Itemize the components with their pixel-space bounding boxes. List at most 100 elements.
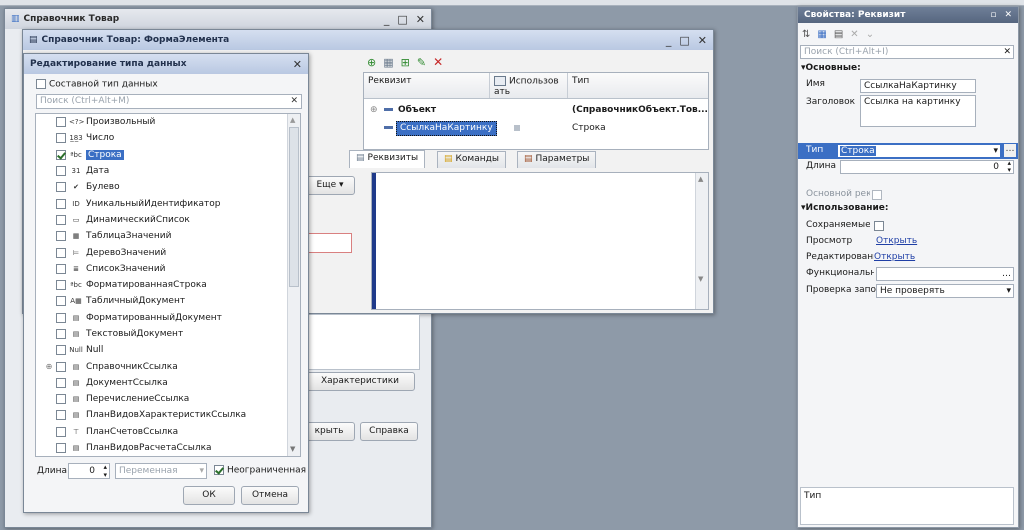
list-item[interactable]: ⊤ ПланСчетовСсылка (36, 424, 300, 440)
maximize-icon[interactable]: □ (679, 34, 689, 47)
sort-alpha-icon[interactable]: ⇅ (802, 29, 810, 40)
type-checkbox[interactable] (56, 214, 66, 225)
expand-icon[interactable]: ⊕ (370, 105, 378, 115)
type-checkbox[interactable] (56, 312, 66, 323)
type-checkbox[interactable] (56, 149, 66, 160)
type-checkbox[interactable] (56, 247, 66, 258)
list-item[interactable]: ⊕ ▤ СправочникСсылка (36, 358, 300, 374)
list-item[interactable]: ▤ ПланВидовРасчетаСсылка (36, 440, 300, 456)
type-checkbox[interactable] (56, 280, 66, 291)
maximize-icon[interactable]: □ (397, 13, 407, 26)
editor-scrollbar[interactable]: ▲ ▼ (695, 173, 708, 309)
list-item[interactable]: ▤ ДокументСсылка (36, 375, 300, 391)
list-item[interactable]: ▭ ДинамическийСписок (36, 212, 300, 228)
unlimited-check[interactable] (214, 465, 224, 475)
usage-section-header[interactable]: ▾Использование: (801, 203, 889, 213)
close-icon[interactable]: ✕ (293, 58, 302, 71)
list-item[interactable]: ªbc ФорматированнаяСтрока (36, 277, 300, 293)
list-item[interactable]: ✔ Булево (36, 179, 300, 195)
type-checkbox[interactable] (56, 198, 66, 209)
clear-search-icon[interactable]: ✕ (290, 95, 298, 108)
col-header-usage[interactable]: Использов ать (490, 73, 568, 98)
list-item[interactable]: A▦ ТабличныйДокумент (36, 293, 300, 309)
type-checkbox[interactable] (56, 263, 66, 274)
type-checkbox[interactable] (56, 117, 66, 128)
close-icon[interactable]: ✕ (1004, 10, 1012, 20)
scroll-down-icon[interactable]: ▼ (698, 275, 703, 283)
scroll-down-icon[interactable]: ▼ (290, 445, 295, 453)
delete-icon[interactable]: ✕ (433, 55, 443, 69)
field-frame[interactable] (305, 233, 352, 253)
close-icon[interactable]: ✕ (698, 34, 707, 47)
type-checkbox[interactable] (56, 377, 66, 388)
type-checkbox[interactable] (56, 231, 66, 242)
ellipsis-button[interactable]: … (1004, 144, 1016, 157)
functional-field[interactable]: … (876, 267, 1014, 281)
help-button[interactable]: Справка (360, 422, 418, 441)
list-item[interactable]: ▤ ФорматированныйДокумент (36, 310, 300, 326)
type-checkbox[interactable] (56, 345, 66, 356)
minimize-icon[interactable]: _ (384, 13, 390, 26)
list-item[interactable]: 1̲8̲3 Число (36, 130, 300, 146)
col-header-attribute[interactable]: Реквизит (364, 73, 490, 98)
type-search-input[interactable]: Поиск (Ctrl+Alt+M) ✕ (36, 94, 302, 109)
chevron-down-icon[interactable]: ▾ (1006, 285, 1011, 297)
type-checkbox[interactable] (56, 394, 66, 405)
scroll-up-icon[interactable]: ▲ (290, 116, 295, 124)
list-item[interactable]: ªbc Строка (36, 147, 300, 163)
type-checkbox[interactable] (56, 329, 66, 339)
type-list-scrollbar[interactable]: ▲ ▼ (287, 114, 300, 456)
view-link[interactable]: Открыть (876, 236, 917, 246)
minimize-icon[interactable]: _ (666, 34, 672, 47)
header-field[interactable]: Ссылка на картинку (860, 95, 976, 127)
cancel-button[interactable]: Отмена (241, 486, 299, 505)
edit-link[interactable]: Открыть (874, 252, 915, 262)
check-fill-select[interactable]: Не проверять ▾ (876, 284, 1014, 298)
table-row[interactable]: СсылкаНаКартинку Строка (364, 121, 708, 137)
basic-section-header[interactable]: ▾Основные: (801, 63, 861, 73)
filter-icon[interactable]: ▤ (834, 29, 843, 40)
add-column-icon[interactable]: ⊞ (401, 56, 410, 69)
type-checkbox[interactable] (56, 410, 66, 421)
tab-commands[interactable]: ▤ Команды (437, 151, 506, 168)
table-row[interactable]: ⊕ Объект (СправочникОбъект.Тов... (364, 103, 708, 119)
more-button[interactable]: Еще ▾ (305, 176, 355, 195)
list-item[interactable]: ⊨ ДеревоЗначений (36, 244, 300, 260)
usage-checkbox[interactable] (514, 125, 520, 131)
chevron-down-icon[interactable]: ▾ (993, 145, 998, 157)
name-field[interactable]: СсылкаНаКартинку (860, 79, 976, 93)
list-item[interactable]: ▤ ПланВидовХарактеристикСсылка (36, 407, 300, 423)
saved-check[interactable] (874, 221, 884, 231)
type-checkbox[interactable] (56, 426, 66, 437)
spin-icon[interactable]: ▴ ▾ (1007, 160, 1011, 174)
type-checkbox[interactable] (56, 166, 66, 177)
ellipsis-icon[interactable]: … (1002, 267, 1011, 281)
type-field[interactable]: Строка ▾ (838, 145, 1000, 157)
length-field[interactable]: 0 ▴ ▾ (840, 160, 1014, 174)
list-item[interactable]: <?> Произвольный (36, 114, 300, 130)
type-checkbox[interactable] (56, 133, 66, 144)
unlimited-checkbox[interactable]: Неограниченная (214, 465, 306, 476)
col-header-type[interactable]: Тип (568, 73, 710, 98)
ok-button[interactable]: ОК (183, 486, 235, 505)
properties-search-input[interactable]: Поиск (Ctrl+Alt+I) ✕ (800, 45, 1014, 59)
scroll-up-icon[interactable]: ▲ (698, 175, 703, 183)
pin-icon[interactable]: ▫ (990, 10, 996, 20)
composite-type-check[interactable] (36, 79, 46, 89)
length-input[interactable]: 0 ▴ ▾ (68, 463, 110, 479)
tab-attributes[interactable]: ▤ Реквизиты (349, 150, 426, 168)
type-checkbox[interactable] (56, 296, 66, 307)
clear-search-icon[interactable]: ✕ (1003, 46, 1011, 58)
type-checkbox[interactable] (56, 182, 66, 193)
add-table-icon[interactable]: ▦ (383, 56, 393, 69)
list-item[interactable]: ▦ ТаблицаЗначений (36, 228, 300, 244)
list-item[interactable]: ▤ ПеречислениеСсылка (36, 391, 300, 407)
composite-type-checkbox[interactable]: Составной тип данных (36, 79, 158, 90)
open-button[interactable]: крыть (303, 422, 355, 441)
main-requisite-check[interactable] (872, 190, 882, 200)
type-checkbox[interactable] (56, 443, 66, 454)
tab-parameters[interactable]: ▤ Параметры (517, 151, 597, 168)
add-attribute-icon[interactable]: ⊕ (367, 56, 376, 69)
list-item[interactable]: ≣ СписокЗначений (36, 261, 300, 277)
spin-icon[interactable]: ▴ ▾ (103, 463, 107, 479)
